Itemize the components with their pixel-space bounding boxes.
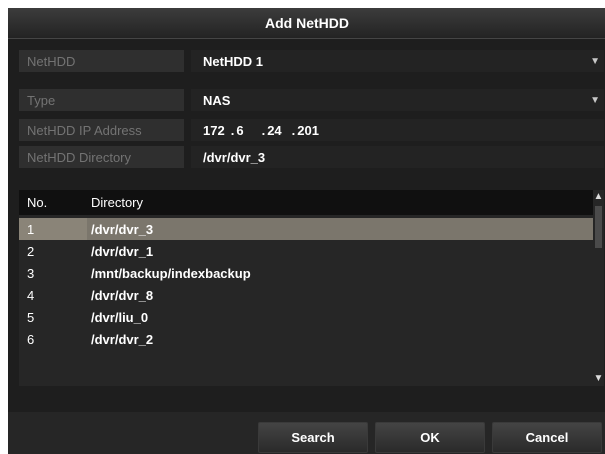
ip-octet-1[interactable]: 172 (203, 123, 225, 138)
nethdd-select[interactable]: NetHDD 1 ▼ (191, 50, 604, 72)
table-row[interactable]: 3 /mnt/backup/indexbackup (19, 262, 593, 284)
scrollbar-thumb[interactable] (595, 206, 602, 248)
nethdd-select-value: NetHDD 1 (203, 53, 263, 69)
ip-octet-2[interactable]: 6 (236, 123, 243, 138)
row-number: 2 (27, 243, 35, 259)
row-directory: /dvr/dvr_8 (91, 287, 154, 303)
table-scrollbar[interactable]: ▲ ▼ (593, 190, 604, 386)
directory-label: NetHDD Directory (19, 146, 184, 168)
button-bar: Search OK Cancel (8, 412, 605, 454)
type-label: Type (19, 89, 184, 111)
type-row: Type NAS ▼ (19, 89, 604, 111)
row-number: 1 (19, 218, 87, 240)
table-row[interactable]: 6 /dvr/dvr_2 (19, 328, 593, 350)
ip-address-input[interactable]: 172 . 6 . 24 . 201 (191, 119, 604, 141)
cancel-button[interactable]: Cancel (492, 422, 602, 453)
row-number: 6 (27, 331, 35, 347)
column-header-no: No. (27, 195, 48, 210)
dialog-title: Add NetHDD (8, 8, 605, 39)
ok-button[interactable]: OK (375, 422, 485, 453)
nethdd-label: NetHDD (19, 50, 184, 72)
chevron-down-icon: ▼ (590, 56, 600, 67)
table-row[interactable]: 5 /dvr/liu_0 (19, 306, 593, 328)
nethdd-row: NetHDD NetHDD 1 ▼ (19, 50, 604, 72)
ip-dot: . (291, 122, 296, 138)
ip-label: NetHDD IP Address (19, 119, 184, 141)
search-button[interactable]: Search (258, 422, 368, 453)
directory-row: NetHDD Directory /dvr/dvr_3 (19, 146, 604, 168)
directory-table: No. Directory 1 /dvr/dvr_3 2 /dvr/dvr_1 … (19, 190, 593, 386)
row-number: 3 (27, 265, 35, 281)
ip-dot: . (261, 122, 266, 138)
type-select[interactable]: NAS ▼ (191, 89, 604, 111)
table-row[interactable]: 4 /dvr/dvr_8 (19, 284, 593, 306)
row-number: 5 (27, 309, 35, 325)
ip-octet-3[interactable]: 24 (267, 123, 281, 138)
ip-dot: . (230, 122, 235, 138)
type-select-value: NAS (203, 92, 231, 108)
row-directory: /dvr/liu_0 (91, 309, 149, 325)
column-header-directory: Directory (91, 195, 144, 210)
add-nethdd-dialog: Add NetHDD NetHDD NetHDD 1 ▼ Type NAS ▼ … (8, 8, 605, 454)
ip-row: NetHDD IP Address 172 . 6 . 24 . 201 (19, 119, 604, 141)
directory-input[interactable]: /dvr/dvr_3 (191, 146, 604, 168)
row-number: 4 (27, 287, 35, 303)
row-directory: /mnt/backup/indexbackup (91, 265, 251, 281)
row-directory: /dvr/dvr_3 (91, 221, 154, 237)
ip-octet-4[interactable]: 201 (297, 123, 319, 138)
table-row[interactable]: 2 /dvr/dvr_1 (19, 240, 593, 262)
chevron-down-icon[interactable]: ▼ (593, 372, 604, 386)
table-row[interactable]: 1 /dvr/dvr_3 (19, 218, 593, 240)
row-directory: /dvr/dvr_1 (91, 243, 154, 259)
table-header: No. Directory (19, 190, 593, 215)
chevron-up-icon[interactable]: ▲ (593, 190, 604, 204)
row-directory: /dvr/dvr_2 (91, 331, 154, 347)
chevron-down-icon: ▼ (590, 95, 600, 106)
